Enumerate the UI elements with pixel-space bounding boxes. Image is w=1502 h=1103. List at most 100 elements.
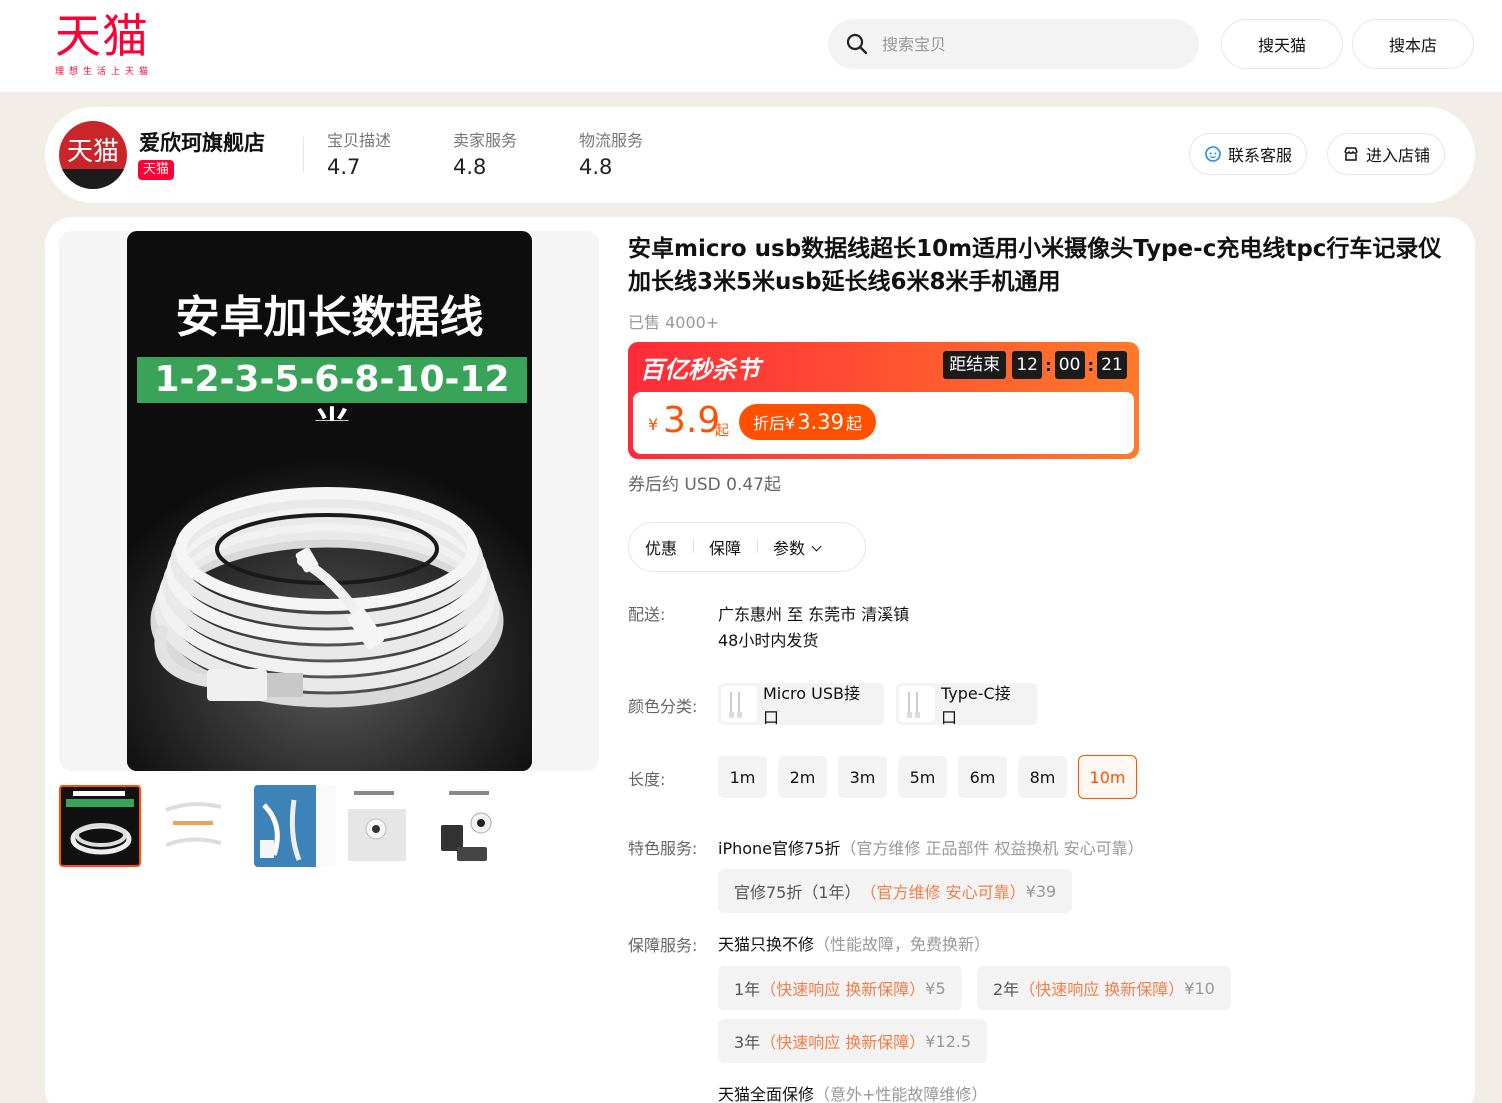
discount-price: 3.39 — [797, 410, 844, 434]
option-note: （官方维修 安心可靠） — [860, 883, 1026, 902]
featured-service-name: iPhone官修75折 — [718, 839, 841, 858]
search-icon — [846, 33, 868, 55]
avatar-text: 天猫 — [66, 137, 119, 167]
search-tmall-button[interactable]: 搜天猫 — [1221, 19, 1343, 69]
thumbnail-5-image — [429, 785, 511, 867]
sku-length-5m[interactable]: 5m — [898, 756, 947, 798]
shop-avatar[interactable]: 天猫 — [59, 121, 127, 189]
warranty-option-1y[interactable]: 1年 （快速响应 换新保障） ¥5 — [718, 966, 962, 1010]
thumbnail-4[interactable] — [336, 785, 418, 867]
cable-thumbnail-icon — [729, 692, 742, 718]
rating-value: 4.8 — [453, 155, 487, 179]
shipping-time: 48小时内发货 — [718, 631, 819, 650]
thumbnail-2[interactable] — [151, 785, 233, 867]
option-price: ¥10 — [1184, 978, 1215, 998]
thumbnail-3-image — [254, 785, 316, 867]
promo-name: 百亿秒杀节 — [640, 356, 760, 384]
tab-params-label: 参数 — [773, 539, 806, 558]
tmall-logo[interactable]: 天猫 理想生活上天猫 — [55, 10, 165, 78]
rating-label: 宝贝描述 — [327, 131, 392, 150]
currency-symbol: ¥ — [648, 415, 659, 434]
option-note: （快速响应 换新保障） — [1019, 980, 1185, 999]
featured-service-note: （官方维修 正品部件 权益换机 安心可靠） — [840, 839, 1144, 858]
countdown-minutes: 00 — [1054, 351, 1085, 379]
tmall-badge: 天猫 — [138, 160, 175, 180]
sku-color-type-c[interactable]: Type-C接口 — [896, 683, 1037, 727]
rating-logistics: 物流服务 4.8 — [579, 127, 643, 179]
sku-color-micro-usb[interactable]: Micro USB接口 — [718, 683, 884, 727]
warranty-note: （性能故障，免费换新） — [814, 935, 991, 954]
shop-bar: 天猫 爱欣珂旗舰店 天猫 宝贝描述 4.7 卖家服务 4.8 物流服务 4.8 … — [45, 107, 1475, 203]
full-warranty-note: （意外+性能故障维修） — [814, 1085, 988, 1103]
thumbnail-1[interactable] — [59, 785, 141, 867]
countdown-seconds: 21 — [1097, 351, 1127, 379]
divider — [303, 137, 304, 173]
sku-length-1m[interactable]: 1m — [718, 756, 767, 798]
search-box[interactable] — [828, 19, 1199, 69]
product-card: 安卓加长数据线 1-2-3-5-6-8-10-12米 — [45, 217, 1475, 1103]
enter-store-label: 进入店铺 — [1366, 146, 1431, 165]
rating-label: 物流服务 — [579, 131, 644, 150]
thumbnail-5[interactable] — [429, 785, 511, 867]
warranty-name: 天猫只换不修 — [718, 935, 815, 954]
tab-guarantee[interactable]: 保障 — [693, 535, 757, 559]
promo-price-box: 百亿秒杀节 距结束 12 : 00 : 21 ¥ 3.9 起 折后¥ 3.39 … — [628, 342, 1139, 459]
thumbnail-3[interactable] — [254, 785, 336, 867]
countdown-separator: : — [1045, 355, 1052, 375]
warranty-label: 保障服务: — [628, 936, 698, 955]
thumbnail-1-image — [61, 787, 139, 865]
logo-slogan: 理想生活上天猫 — [55, 67, 154, 77]
option-price: ¥39 — [1025, 881, 1057, 901]
countdown: 距结束 12 : 00 : 21 — [943, 351, 1127, 379]
sku-length-2m[interactable]: 2m — [778, 756, 827, 798]
tab-params[interactable]: 参数 — [757, 535, 836, 559]
discounted-price-badge: 折后¥ 3.39 起 — [739, 404, 876, 440]
option-prefix: 2年 — [993, 980, 1020, 999]
featured-service-option[interactable]: 官修75折（1年） （官方维修 安心可靠） ¥39 — [718, 869, 1073, 913]
length-label: 长度: — [628, 770, 666, 789]
search-input[interactable] — [882, 19, 1182, 69]
option-prefix: 官修75折（1年） — [734, 883, 861, 902]
top-header: 天猫 理想生活上天猫 搜天猫 搜本店 — [0, 0, 1502, 92]
option-prefix: 3年 — [734, 1033, 761, 1052]
shop-name[interactable]: 爱欣珂旗舰店 — [139, 127, 265, 157]
tab-offers[interactable]: 优惠 — [629, 535, 693, 559]
sku-thumbnail — [721, 686, 757, 722]
cable-thumbnail-icon — [907, 692, 920, 718]
rating-value: 4.8 — [579, 155, 613, 179]
contact-service-button[interactable]: 联系客服 — [1189, 133, 1308, 175]
rating-service: 卖家服务 4.8 — [453, 127, 517, 179]
shipping-label: 配送: — [628, 605, 666, 624]
option-price: ¥5 — [925, 978, 946, 998]
warranty-option-3y[interactable]: 3年 （快速响应 换新保障） ¥12.5 — [718, 1019, 988, 1063]
image-length-band: 1-2-3-5-6-8-10-12米 — [137, 357, 527, 446]
enter-store-button[interactable]: 进入店铺 — [1327, 133, 1446, 175]
rating-value: 4.7 — [327, 155, 361, 179]
option-price: ¥12.5 — [925, 1031, 972, 1051]
chat-bot-icon — [1205, 146, 1221, 162]
featured-service-label: 特色服务: — [628, 839, 698, 858]
info-tabs: 优惠 保障 参数 — [628, 522, 866, 572]
sku-label: Type-C接口 — [941, 684, 1011, 727]
full-warranty-name: 天猫全面保修 — [718, 1085, 815, 1103]
rating-description: 宝贝描述 4.7 — [327, 127, 391, 179]
sku-length-10m[interactable]: 10m — [1078, 755, 1137, 799]
warranty-title: 天猫只换不修（性能故障，免费换新） — [718, 931, 990, 955]
countdown-hours: 12 — [1012, 351, 1043, 379]
featured-service-title: iPhone官修75折（官方维修 正品部件 权益换机 安心可靠） — [718, 835, 1144, 859]
shipping-route[interactable]: 广东惠州 至 东莞市 清溪镇 — [718, 601, 909, 625]
sku-length-6m[interactable]: 6m — [958, 756, 1007, 798]
contact-service-label: 联系客服 — [1228, 146, 1293, 165]
main-product-image[interactable]: 安卓加长数据线 1-2-3-5-6-8-10-12米 — [127, 231, 532, 771]
coiled-cable-illustration — [127, 421, 532, 771]
search-store-button[interactable]: 搜本店 — [1352, 19, 1474, 69]
usd-price: 券后约 USD 0.47起 — [628, 475, 781, 495]
sku-length-3m[interactable]: 3m — [838, 756, 887, 798]
thumbnail-2-image — [151, 785, 233, 867]
price-suffix: 起 — [715, 423, 729, 439]
option-prefix: 1年 — [734, 980, 761, 999]
warranty-option-2y[interactable]: 2年 （快速响应 换新保障） ¥10 — [977, 966, 1231, 1010]
image-title: 安卓加长数据线 — [175, 292, 484, 343]
sku-thumbnail — [899, 686, 935, 722]
sku-length-8m[interactable]: 8m — [1018, 756, 1067, 798]
